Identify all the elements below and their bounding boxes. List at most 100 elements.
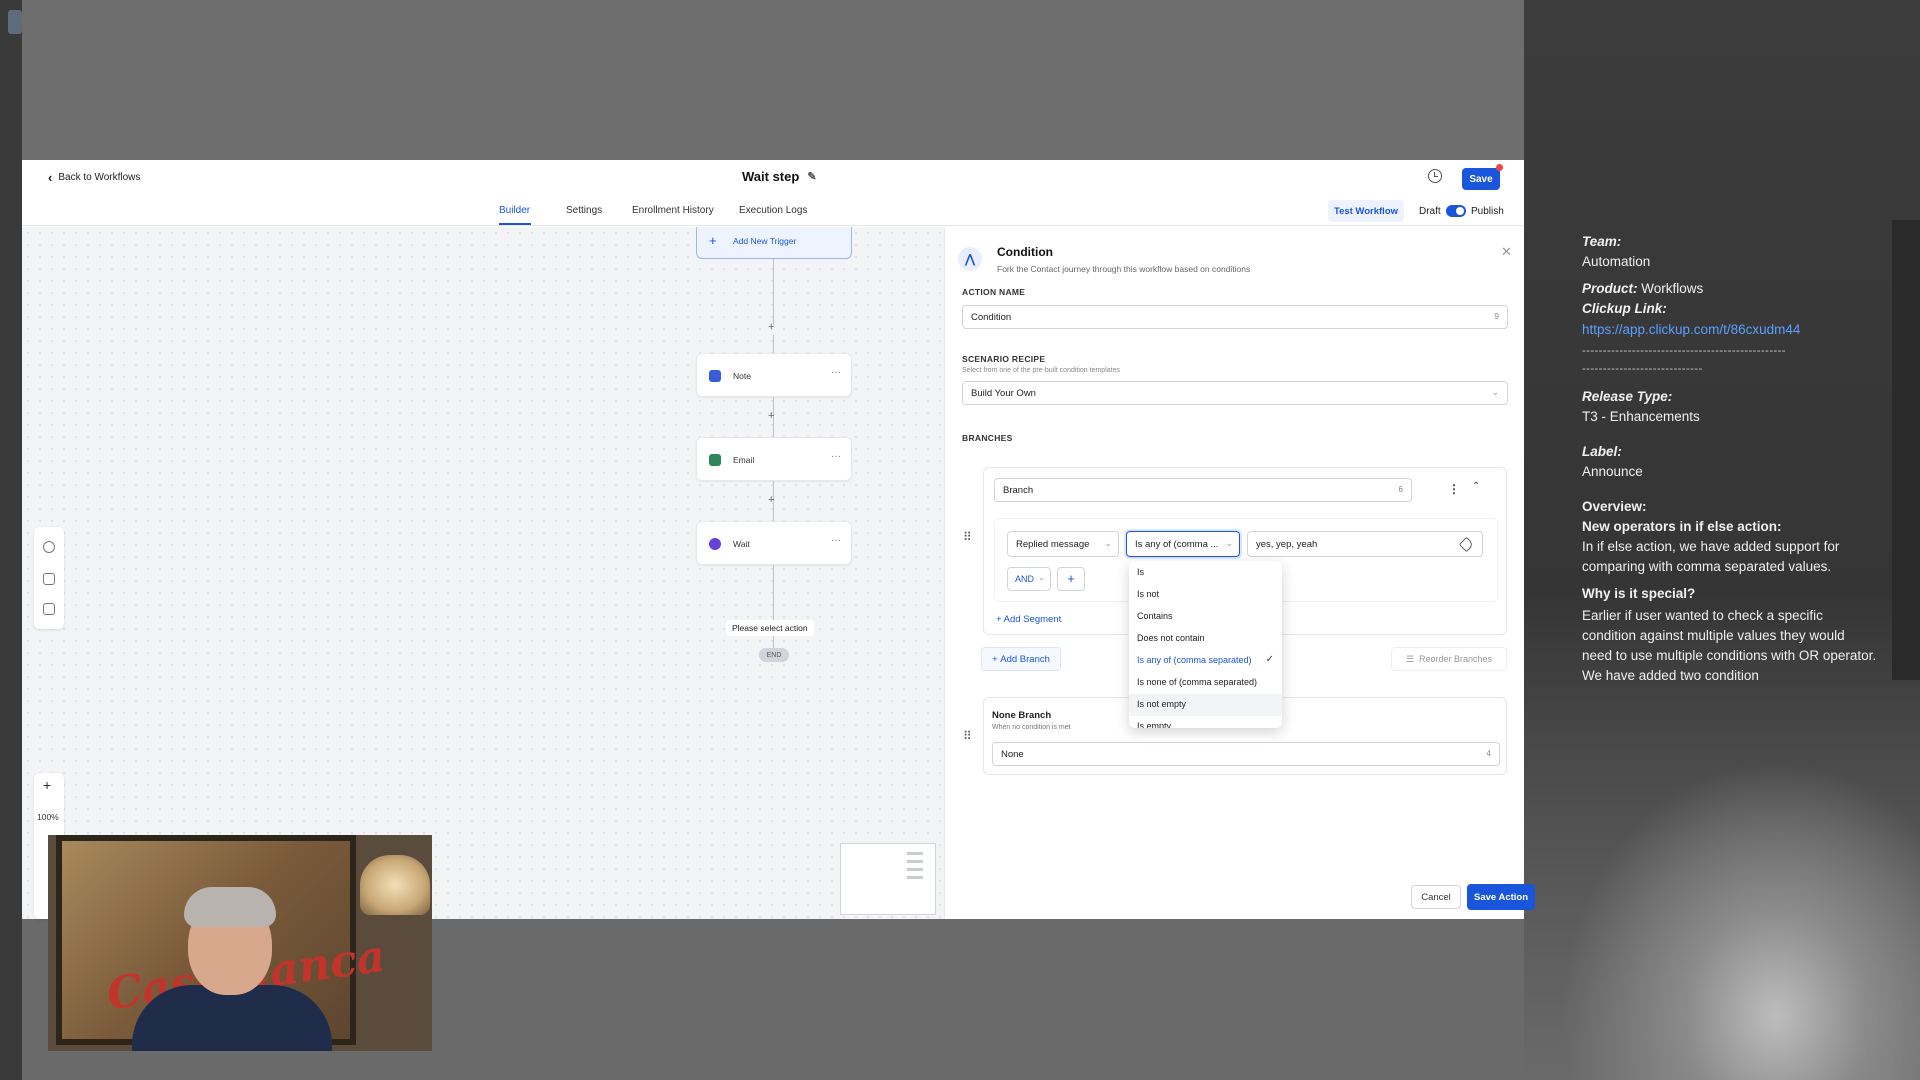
none-branch-title: None Branch [992, 710, 1052, 721]
branches-label: BRANCHES [962, 433, 1013, 443]
top-bar: ‹ Back to Workflows Wait step ✎ Save [22, 160, 1524, 196]
history-icon[interactable] [1428, 169, 1442, 183]
label-value: Announce [1582, 464, 1643, 479]
none-branch-input[interactable]: None 4 [992, 742, 1500, 766]
team-value: Automation [1582, 254, 1651, 269]
why-heading: Why is it special? [1582, 586, 1696, 601]
branch-menu-icon[interactable]: ⋮ [1448, 482, 1460, 496]
tab-execution-logs[interactable]: Execution Logs [739, 205, 807, 216]
add-segment-button[interactable]: + Add Segment [996, 614, 1061, 625]
clickup-link[interactable]: https://app.clickup.com/t/86cxudm44 [1582, 322, 1800, 337]
history-icon[interactable] [43, 541, 55, 553]
email-node[interactable]: Email ··· [696, 437, 852, 481]
active-tab-indicator [499, 223, 531, 225]
app-logo-icon [8, 10, 22, 34]
trigger-label: Add New Trigger [733, 236, 797, 246]
operator-option[interactable]: Is not [1129, 584, 1282, 606]
chevron-up-icon[interactable]: ⌃ [1472, 481, 1480, 492]
note-node[interactable]: Note ··· [696, 353, 852, 397]
minimap-node [907, 876, 923, 879]
operator-select[interactable]: Is any of (comma ... ⌄ [1126, 531, 1240, 557]
release-type-label: Release Type: [1582, 389, 1673, 404]
chevron-down-icon: ⌄ [1038, 573, 1045, 582]
back-to-workflows-link[interactable]: ‹ Back to Workflows [48, 171, 140, 184]
action-name-input[interactable]: Condition 9 [962, 305, 1508, 329]
overview-label: Overview: [1582, 499, 1647, 514]
operator-option[interactable]: Is not empty [1129, 694, 1282, 716]
field-value: Replied message [1016, 539, 1090, 550]
drag-handle-icon[interactable]: ⠿ [963, 729, 972, 743]
add-new-trigger-node[interactable]: + Add New Trigger [696, 227, 852, 259]
action-name-value: Condition [971, 312, 1012, 323]
minimap-node [907, 860, 923, 863]
none-branch-value: None [1001, 749, 1024, 760]
more-options-icon[interactable]: ··· [831, 367, 841, 378]
operator-option[interactable]: Is empty [1129, 716, 1282, 728]
overview-text: In if else action, we have added support… [1582, 539, 1840, 574]
branch-name-input[interactable]: Branch 6 [994, 478, 1412, 502]
workflow-editor-window: ‹ Back to Workflows Wait step ✎ Save Bui… [22, 160, 1535, 919]
publish-toggle[interactable] [1446, 205, 1466, 217]
node-label: Email [733, 455, 755, 465]
workflow-title: Wait step ✎ [742, 169, 817, 184]
operator-option[interactable]: Is [1129, 562, 1282, 584]
zoom-in-icon[interactable]: + [43, 777, 51, 793]
and-select[interactable]: AND ⌄ [1007, 567, 1051, 591]
add-step-plus-icon[interactable]: + [768, 410, 774, 422]
operator-dropdown: Is Is not Contains Does not contain Is a… [1129, 561, 1282, 728]
tab-settings[interactable]: Settings [566, 205, 602, 216]
scenario-recipe-select[interactable]: Build Your Own ⌄ [962, 381, 1508, 405]
add-branch-button[interactable]: + Add Branch [981, 647, 1061, 671]
tab-enrollment-history[interactable]: Enrollment History [632, 205, 714, 216]
comment-icon[interactable] [43, 573, 55, 585]
workflow-title-text: Wait step [742, 169, 800, 184]
zoom-level: 100% [37, 812, 59, 822]
email-icon [709, 454, 721, 466]
tag-icon[interactable] [1458, 536, 1475, 553]
list-icon: ☰ [1405, 653, 1415, 664]
value-input[interactable]: yes, yep, yeah [1247, 531, 1483, 557]
operator-option-selected[interactable]: Is any of (comma separated) ✓ [1129, 650, 1282, 672]
divider-dashes: ----------------------------- [1582, 363, 1703, 375]
workflow-canvas[interactable]: + Add New Trigger + Note ··· + Email ···… [22, 227, 944, 919]
operator-option[interactable]: Is none of (comma separated) [1129, 672, 1282, 694]
reorder-branches-button[interactable]: ☰ Reorder Branches [1391, 647, 1507, 671]
save-action-button[interactable]: Save Action [1467, 884, 1535, 910]
panel-subtitle: Fork the Contact journey through this wo… [997, 264, 1251, 274]
canvas-minimap[interactable] [840, 843, 936, 915]
cancel-button[interactable]: Cancel [1411, 885, 1461, 909]
operator-option[interactable]: Does not contain [1129, 628, 1282, 650]
plus-icon: + [709, 233, 717, 248]
drag-handle-icon[interactable]: ⠿ [963, 530, 972, 544]
operator-value: Is any of (comma ... [1135, 539, 1219, 550]
note-icon [709, 370, 721, 382]
add-step-plus-icon[interactable]: + [768, 321, 774, 333]
field-select[interactable]: Replied message ⌄ [1007, 531, 1119, 557]
scenario-recipe-label: SCENARIO RECIPE [962, 354, 1046, 364]
branch-name-value: Branch [1003, 485, 1034, 496]
edit-pencil-icon[interactable]: ✎ [807, 170, 816, 183]
test-workflow-button[interactable]: Test Workflow [1328, 200, 1404, 222]
char-count: 6 [1398, 485, 1403, 494]
tab-builder[interactable]: Builder [499, 205, 530, 216]
product-label: Product: [1582, 281, 1638, 296]
wait-node[interactable]: Wait ··· [696, 521, 852, 565]
more-options-icon[interactable]: ··· [831, 535, 841, 546]
close-icon[interactable]: ✕ [1501, 244, 1512, 260]
minimap-node [907, 868, 923, 871]
connector-line [773, 259, 774, 325]
operator-option[interactable]: Contains [1129, 606, 1282, 628]
scenario-recipe-sub: Select from one of the pre-built conditi… [962, 367, 1120, 374]
add-condition-button[interactable]: + [1057, 567, 1085, 591]
tabs-bar: Builder Settings Enrollment History Exec… [22, 196, 1524, 226]
note-icon[interactable] [43, 603, 55, 615]
clock-icon [709, 538, 721, 550]
add-segment-label: Add Segment [1003, 614, 1062, 625]
product-value: Workflows [1641, 281, 1704, 296]
add-step-plus-icon[interactable]: + [768, 494, 774, 506]
node-label: Wait [733, 539, 750, 549]
more-options-icon[interactable]: ··· [831, 451, 841, 462]
save-button[interactable]: Save [1462, 168, 1500, 190]
left-edge-strip [0, 0, 22, 1080]
minimap-node [907, 852, 923, 855]
